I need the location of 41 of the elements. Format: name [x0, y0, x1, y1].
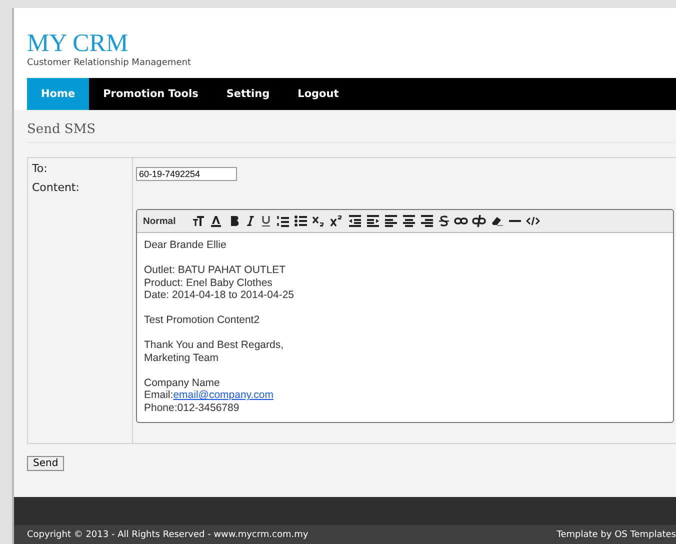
site-subtitle: Customer Relationship Management	[27, 58, 192, 68]
link-icon[interactable]	[454, 215, 468, 227]
numbered-list-icon[interactable]	[276, 215, 290, 227]
subscript-icon[interactable]	[312, 215, 326, 227]
format-dropdown[interactable]: Normal	[143, 216, 176, 226]
superscript-icon[interactable]	[330, 215, 344, 227]
nav-tab[interactable]: Logout	[284, 78, 353, 110]
align-center-icon[interactable]	[402, 215, 416, 227]
email-link[interactable]: email@company.com	[173, 389, 274, 401]
content-label: Content:	[32, 181, 80, 194]
font-size-icon[interactable]	[192, 215, 206, 227]
underline-icon[interactable]	[260, 215, 272, 227]
bullet-list-icon[interactable]	[294, 215, 308, 227]
nav-tab[interactable]: Promotion Tools	[89, 78, 212, 110]
message-line: Date: 2014-04-18 to 2014-04-25	[144, 289, 296, 302]
code-icon[interactable]	[526, 215, 540, 227]
message-line: Email:email@company.com	[144, 389, 275, 402]
message-line: Marketing Team	[144, 352, 220, 364]
send-button[interactable]: Send	[27, 456, 64, 471]
message-line: Outlet: BATU PAHAT OUTLET	[144, 264, 287, 276]
message-line: Company Name	[144, 376, 221, 389]
message-line: Dear Brande Ellie	[144, 239, 228, 252]
to-field[interactable]: 60-19-7492254	[136, 167, 237, 181]
message-line: Phone:012-3456789	[144, 402, 240, 414]
text-color-icon[interactable]	[210, 215, 224, 227]
message-line: Thank You and Best Regards,	[144, 339, 285, 352]
indent-icon[interactable]	[366, 215, 380, 227]
template-credit: Template by OS Templates	[556, 530, 676, 540]
to-label: To:	[32, 162, 48, 175]
align-left-icon[interactable]	[384, 215, 398, 227]
align-right-icon[interactable]	[420, 215, 434, 227]
page-title: Send SMS	[27, 110, 676, 143]
message-line: Test Promotion Content2	[144, 314, 261, 326]
unlink-icon[interactable]	[472, 215, 486, 227]
site-title: MY CRM	[27, 30, 130, 58]
outdent-icon[interactable]	[348, 215, 362, 227]
nav-tab[interactable]: Setting	[212, 78, 284, 110]
eraser-icon[interactable]	[490, 215, 504, 227]
strikethrough-icon[interactable]	[438, 215, 450, 227]
copyright-text: Copyright © 2013 - All Rights Reserved - www.mycrm.com.my	[27, 530, 308, 540]
message-line: Product: Enel Baby Clothes	[144, 276, 274, 289]
